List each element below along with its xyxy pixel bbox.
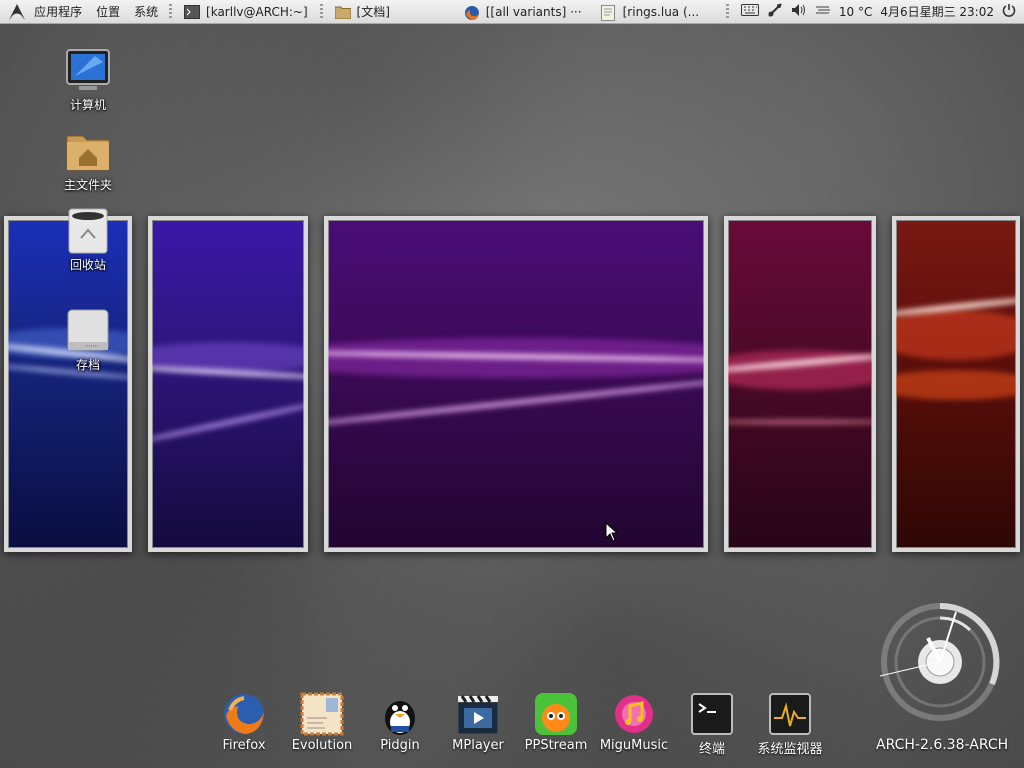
dock-label: MPlayer [452, 738, 504, 753]
desktop-icon-label: 计算机 [69, 98, 106, 112]
drive-icon [65, 308, 111, 354]
home-folder-icon [65, 128, 111, 174]
terminal-icon [184, 4, 201, 19]
taskbar-item-label: [文档] [356, 5, 390, 19]
text-editor-icon [600, 4, 617, 21]
trash-icon [65, 208, 111, 254]
dock-label: Pidgin [380, 738, 420, 753]
panel-separator [169, 3, 173, 20]
dock-firefox[interactable]: Firefox [206, 692, 282, 753]
taskbar-item-label: [karllv@ARCH:~] [206, 4, 308, 19]
system-monitor-icon [768, 692, 812, 736]
wallpaper-panel-violet [148, 216, 308, 552]
panel-separator [725, 3, 729, 20]
mplayer-icon [456, 692, 500, 736]
taskbar-item-label: [rings.lua (... [622, 4, 700, 19]
folder-icon [334, 5, 352, 19]
firefox-icon [464, 5, 480, 20]
dock-label: 终端 [698, 742, 725, 757]
wallpaper-panel-crimson [724, 216, 876, 552]
dock-pidgin[interactable]: Pidgin [362, 692, 438, 753]
dock-ppstream[interactable]: PPStream [518, 692, 594, 753]
desktop-icon-computer[interactable]: 计算机 [48, 48, 128, 113]
dock-label: Evolution [291, 738, 353, 753]
evolution-icon [300, 692, 344, 736]
desktop-icon-trash[interactable]: 回收站 [48, 208, 128, 273]
dock-label: PPStream [524, 738, 588, 753]
terminal-icon [690, 692, 734, 736]
firefox-icon [222, 692, 266, 736]
dock-terminal[interactable]: 终端 [674, 692, 750, 757]
dock-label: MiguMusic [599, 738, 669, 753]
menu-places[interactable]: 位置 [89, 3, 127, 20]
dock-mplayer[interactable]: MPlayer [440, 692, 516, 753]
clock[interactable]: 4月6日星期三 23:02 [880, 3, 994, 20]
keyboard-icon[interactable] [740, 4, 759, 19]
migumusic-icon [612, 692, 656, 736]
desktop-icon-home[interactable]: 主文件夹 [48, 128, 128, 193]
volume-icon[interactable] [791, 3, 807, 20]
computer-icon [65, 48, 111, 94]
analog-clock-widget [876, 594, 1008, 724]
wallpaper-panel-red [892, 216, 1020, 552]
temperature-label[interactable]: 10 °C [839, 5, 872, 19]
dock-system-monitor[interactable]: 系统监视器 [752, 692, 828, 757]
dock-migumusic[interactable]: MiguMusic [596, 692, 672, 753]
dock-label: 系统监视器 [757, 742, 823, 757]
pidgin-icon [378, 692, 422, 736]
network-icon[interactable] [767, 2, 783, 21]
taskbar-item-folder[interactable]: [文档] [327, 0, 456, 24]
dock-label: Firefox [222, 738, 266, 753]
dock-evolution[interactable]: Evolution [284, 692, 360, 753]
system-tray: 10 °C 4月6日星期三 23:02 [722, 2, 1024, 21]
wallpaper-panel-purple [324, 216, 708, 552]
menu-system[interactable]: 系统 [127, 3, 165, 20]
desktop-icon-label: 回收站 [69, 258, 106, 272]
taskbar-item-terminal[interactable]: [karllv@ARCH:~] [176, 0, 316, 24]
mouse-cursor-icon [605, 521, 619, 546]
panel-separator [319, 3, 323, 20]
top-panel: 应用程序 位置 系统 [karllv@ARCH:~] [文档] [[all va… [0, 0, 1024, 24]
desktop-icon-label: 存档 [75, 358, 100, 372]
arch-logo-icon[interactable] [6, 1, 27, 23]
menu-applications[interactable]: 应用程序 [27, 3, 89, 20]
system-version-label: ARCH-2.6.38-ARCH [876, 737, 1009, 753]
desktop-icon-label: 主文件夹 [63, 178, 112, 192]
desktop-icon-archive[interactable]: 存档 [48, 308, 128, 373]
taskbar-item-firefox[interactable]: [[all variants] ··· [456, 0, 593, 24]
weather-icon [815, 4, 831, 19]
power-icon[interactable] [1002, 3, 1016, 20]
taskbar-item-label: [[all variants] ··· [485, 4, 582, 19]
ppstream-icon [534, 692, 578, 736]
taskbar-item-editor[interactable]: [rings.lua (... [593, 0, 722, 24]
